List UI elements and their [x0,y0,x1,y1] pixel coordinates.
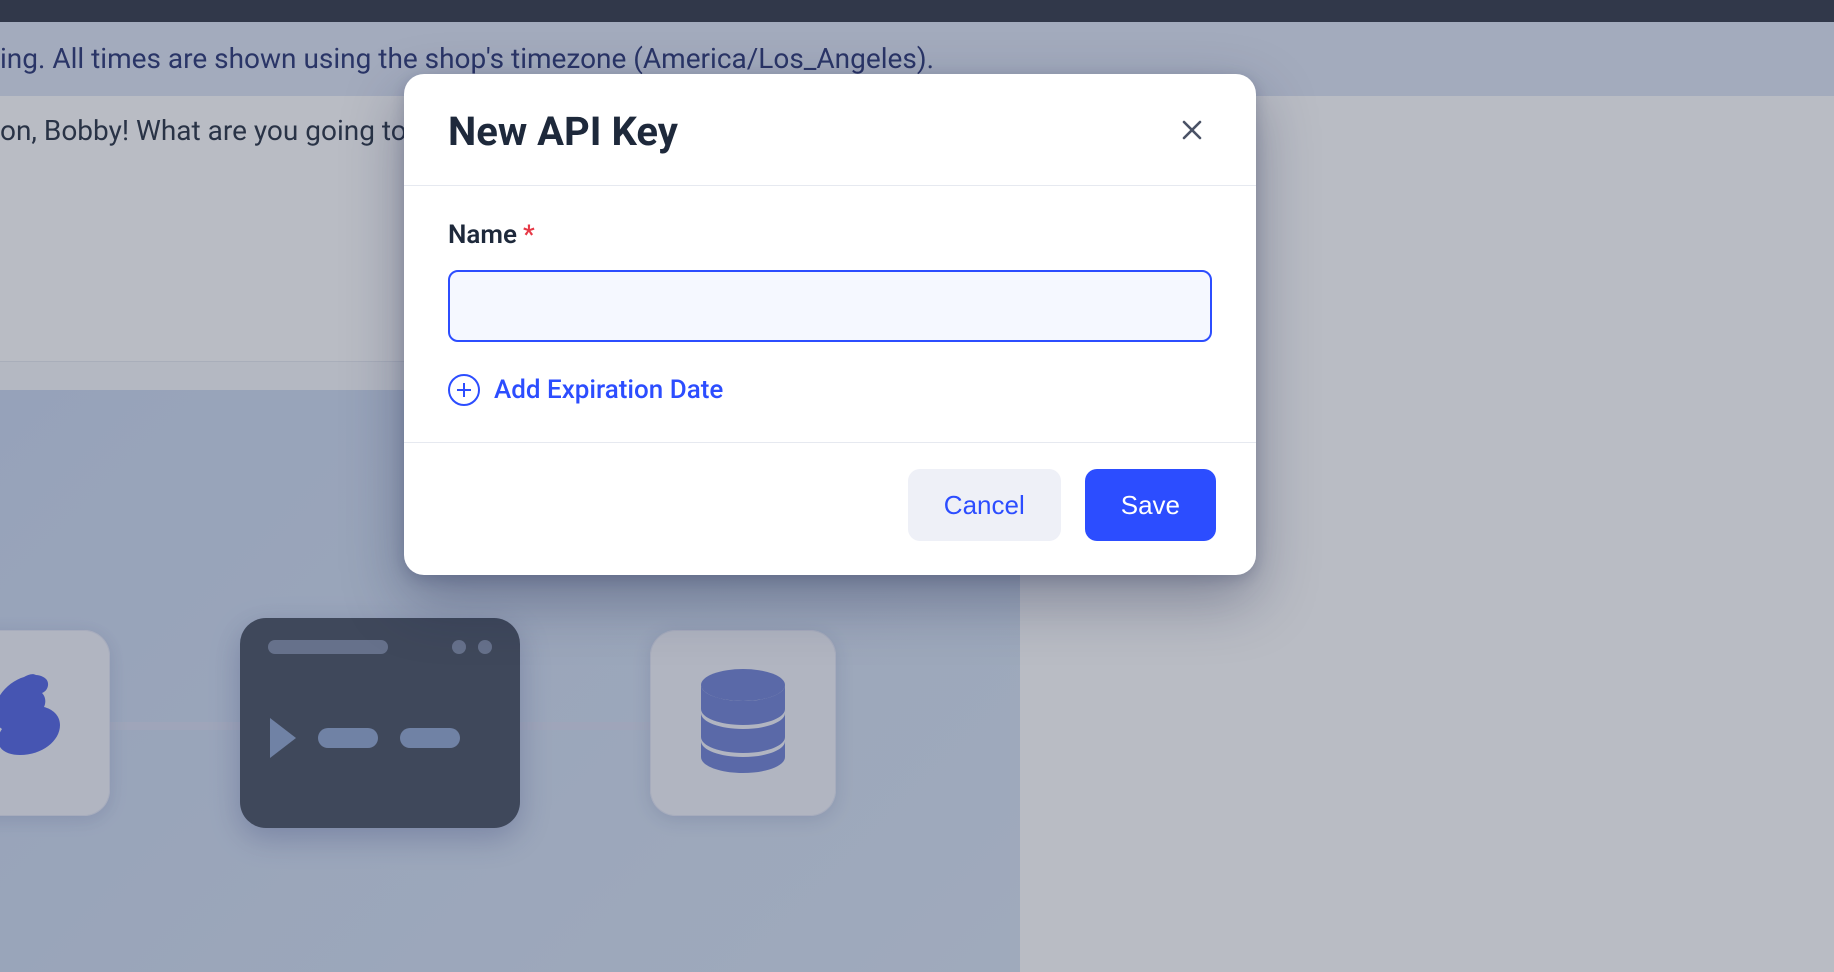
add-expiration-label: Add Expiration Date [494,375,723,405]
name-input[interactable] [448,270,1212,342]
modal-body: Name * Add Expiration Date [404,186,1256,442]
add-expiration-button[interactable]: Add Expiration Date [448,374,723,406]
name-field-label: Name * [448,220,1212,250]
close-button[interactable] [1172,112,1212,152]
save-button-label: Save [1121,490,1180,521]
modal-title: New API Key [448,108,678,155]
modal-footer: Cancel Save [404,442,1256,575]
plus-circle-icon [448,374,480,406]
close-icon [1180,118,1204,146]
cancel-button-label: Cancel [944,490,1025,521]
name-label-text: Name [448,220,517,250]
required-indicator: * [523,220,535,250]
new-api-key-modal: New API Key Name * Add Expiration Date C… [404,74,1256,575]
modal-header: New API Key [404,74,1256,186]
save-button[interactable]: Save [1085,469,1216,541]
cancel-button[interactable]: Cancel [908,469,1061,541]
